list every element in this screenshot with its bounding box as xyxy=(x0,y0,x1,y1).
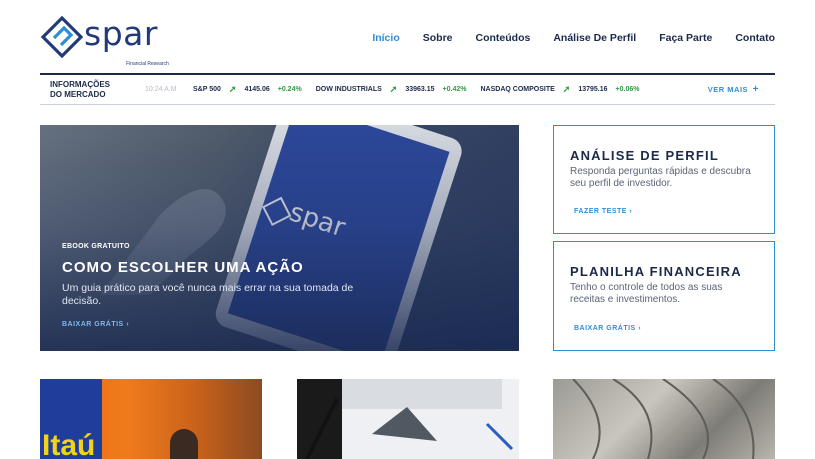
ticker-change: +0.24% xyxy=(277,86,302,93)
article-thumbnail-itau[interactable]: Itaú xyxy=(40,379,262,459)
brand-tagline: Financial Research xyxy=(126,61,169,67)
arrow-up-right-icon: ➚ xyxy=(562,84,571,94)
arrow-up-right-icon: ➚ xyxy=(228,84,237,94)
baixar-gratis-link[interactable]: BAIXAR GRÁTIS › xyxy=(574,325,641,332)
ver-mais-link[interactable]: VER MAIS + xyxy=(708,84,759,95)
nav-item-analise-de-perfil[interactable]: Análise De Perfil xyxy=(553,32,636,44)
hero-title: COMO ESCOLHER UMA AÇÃO xyxy=(62,259,304,276)
nav-item-contato[interactable]: Contato xyxy=(735,32,775,44)
main-nav: Início Sobre Conteúdos Análise De Perfil… xyxy=(349,32,775,44)
ticker-heading-line1: INFORMAÇÕES xyxy=(50,79,110,89)
chevron-right-icon: › xyxy=(638,325,642,332)
market-ticker: INFORMAÇÕES DO MERCADO 10:24 A.M S&P 500… xyxy=(40,73,775,105)
chevron-right-icon: › xyxy=(126,321,130,328)
ticker-name: DOW INDUSTRIALS xyxy=(315,86,382,93)
bank-sign-text: Itaú xyxy=(42,429,96,459)
ticker-value: 13795.16 xyxy=(578,86,608,93)
ticker-time: 10:24 A.M xyxy=(145,86,177,93)
chevron-right-icon: › xyxy=(629,208,633,215)
card-analise-de-perfil[interactable]: ANÁLISE DE PERFIL Responda perguntas ráp… xyxy=(553,125,775,234)
ver-mais-label: VER MAIS xyxy=(707,85,749,94)
brand-wordmark: spar xyxy=(84,14,158,53)
spar-logo[interactable]: spar Financial Research xyxy=(40,14,170,67)
ticker-change: +0.06% xyxy=(615,86,640,93)
card-planilha-financeira[interactable]: PLANILHA FINANCEIRA Tenho o controle de … xyxy=(553,241,775,351)
hero-description: Um guia prático para você nunca mais err… xyxy=(62,282,354,307)
ticker-name: S&P 500 xyxy=(193,86,221,93)
ticker-name: NASDAQ COMPOSITE xyxy=(480,86,555,93)
hero-cta-label: BAIXAR GRÁTIS xyxy=(62,321,124,328)
ticker-heading: INFORMAÇÕES DO MERCADO xyxy=(40,80,145,100)
card-cta-label: BAIXAR GRÁTIS xyxy=(574,325,636,332)
card-title: PLANILHA FINANCEIRA xyxy=(570,264,742,279)
hero-banner[interactable]: spar EBOOK GRATUITO COMO ESCOLHER UMA AÇ… xyxy=(40,125,519,351)
ticker-value: 33963.15 xyxy=(405,86,435,93)
card-title: ANÁLISE DE PERFIL xyxy=(570,148,719,163)
plus-icon: + xyxy=(752,84,759,95)
hero-download-link[interactable]: BAIXAR GRÁTIS › xyxy=(62,321,392,328)
nav-item-inicio[interactable]: Início xyxy=(372,32,399,44)
ticker-change: +0.42% xyxy=(442,86,467,93)
hero-kicker: EBOOK GRATUITO xyxy=(62,243,130,250)
hero-content: EBOOK GRATUITO COMO ESCOLHER UMA AÇÃO Um… xyxy=(62,243,392,328)
nav-item-faca-parte[interactable]: Faça Parte xyxy=(659,32,712,44)
desk-illustration xyxy=(297,379,514,459)
arrow-up-right-icon: ➚ xyxy=(389,84,398,94)
nav-item-sobre[interactable]: Sobre xyxy=(423,32,453,44)
fazer-teste-link[interactable]: FAZER TESTE › xyxy=(574,208,632,215)
person-silhouette xyxy=(170,429,198,459)
card-description: Tenho o controle de todos as suas receit… xyxy=(570,282,723,305)
ticker-heading-line2: DO MERCADO xyxy=(50,89,106,99)
article-thumbnail-desk[interactable] xyxy=(297,379,519,459)
spar-diamond-icon xyxy=(40,15,84,59)
card-cta-label: FAZER TESTE xyxy=(574,208,627,215)
nav-item-conteudos[interactable]: Conteúdos xyxy=(476,32,531,44)
ticker-item-nasdaq[interactable]: NASDAQ COMPOSITE ➚ 13795.16 +0.06% xyxy=(480,84,639,95)
ticker-item-sp500[interactable]: S&P 500 ➚ 4145.06 +0.24% xyxy=(193,84,302,95)
ticker-item-dow[interactable]: DOW INDUSTRIALS ➚ 33963.15 +0.42% xyxy=(316,84,467,95)
card-description: Responda perguntas rápidas e descubra se… xyxy=(570,166,751,189)
banknote-illustration xyxy=(572,379,755,459)
ticker-value: 4145.06 xyxy=(244,86,270,93)
article-thumbnail-banknote[interactable] xyxy=(553,379,775,459)
